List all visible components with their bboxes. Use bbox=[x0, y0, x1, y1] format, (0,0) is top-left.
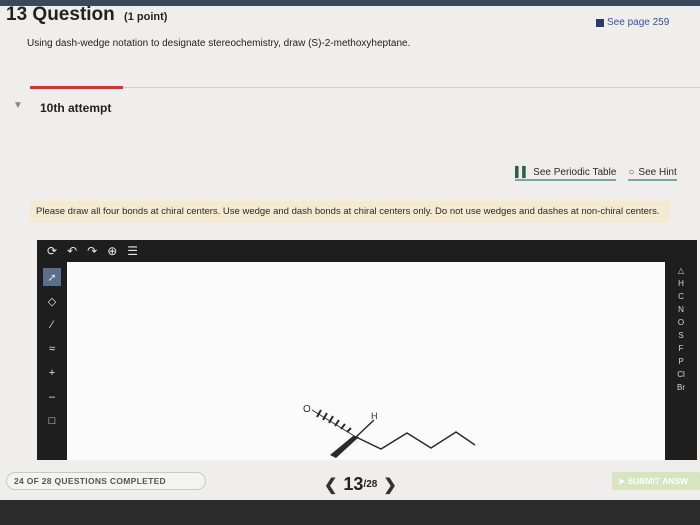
lightbulb-icon: ○ bbox=[628, 167, 635, 178]
attempt-label[interactable]: 10th attempt bbox=[40, 101, 111, 115]
plus-charge-icon[interactable]: + bbox=[43, 364, 61, 382]
dash-segment bbox=[340, 423, 346, 430]
help-links: ▌▌ See Periodic Table ○ See Hint bbox=[515, 167, 689, 181]
question-heading: 13 Question (1 point) bbox=[6, 4, 167, 26]
structure-editor: ⟳ ↶ ↷ ⊕ ☰ ➚ ◇ ⁄ ≈ + – □ O H △ H C N O S … bbox=[37, 240, 697, 460]
submit-arrow-icon: ➤ bbox=[618, 475, 628, 486]
ring-tool-icon[interactable]: □ bbox=[43, 412, 61, 430]
book-icon bbox=[596, 18, 604, 27]
question-word: Question bbox=[32, 4, 115, 25]
atom-n[interactable]: N bbox=[678, 305, 684, 314]
see-page-link[interactable]: See page 259 bbox=[596, 17, 669, 28]
molecule-drawing: O H bbox=[303, 404, 476, 458]
previous-question-icon[interactable]: ❮ bbox=[324, 475, 337, 495]
periodic-table-label: See Periodic Table bbox=[533, 167, 617, 178]
bar-chart-icon: ▌▌ bbox=[515, 167, 530, 178]
current-question-number: 13 bbox=[343, 474, 364, 494]
dash-bond bbox=[311, 409, 357, 438]
atom-palette: △ H C N O S F P Cl Br bbox=[665, 262, 697, 460]
wedge-bond bbox=[330, 436, 359, 458]
atom-f[interactable]: F bbox=[679, 344, 684, 353]
screen-bezel bbox=[0, 500, 700, 525]
oxygen-label: O bbox=[303, 404, 311, 415]
hint-label: See Hint bbox=[638, 167, 677, 178]
periodic-table-link[interactable]: ▌▌ See Periodic Table bbox=[515, 167, 617, 181]
atom-o[interactable]: O bbox=[678, 318, 684, 327]
chevron-down-icon[interactable]: ▼ bbox=[13, 100, 23, 111]
carbon-chain bbox=[355, 431, 476, 450]
footer: 24 OF 28 QUESTIONS COMPLETED ❮ 13 /28 ❯ … bbox=[0, 466, 700, 496]
select-tool-icon[interactable]: ➚ bbox=[43, 268, 61, 286]
minus-charge-icon[interactable]: – bbox=[43, 388, 61, 406]
atom-cl[interactable]: Cl bbox=[677, 370, 685, 379]
atom-h[interactable]: H bbox=[678, 279, 684, 288]
chain-tool-icon[interactable]: ≈ bbox=[43, 340, 61, 358]
total-questions: /28 bbox=[363, 479, 378, 490]
submit-answer-button[interactable]: ➤ SUBMIT ANSW bbox=[612, 472, 700, 490]
next-question-icon[interactable]: ❯ bbox=[383, 475, 396, 495]
bond-to-h bbox=[355, 419, 375, 438]
hydrogen-label: H bbox=[371, 411, 378, 421]
question-pager: ❮ 13 /28 ❯ bbox=[318, 474, 403, 495]
see-page-label: See page 259 bbox=[607, 17, 670, 28]
editor-left-tools: ➚ ◇ ⁄ ≈ + – □ bbox=[37, 262, 67, 460]
submit-label: SUBMIT ANSW bbox=[627, 476, 689, 486]
questions-progress: 24 OF 28 QUESTIONS COMPLETED bbox=[6, 472, 206, 490]
atom-palette-icon: △ bbox=[677, 266, 685, 275]
zoom-icon[interactable]: ⊕ bbox=[107, 244, 117, 258]
attempt-progress-accent bbox=[30, 86, 123, 89]
atom-p[interactable]: P bbox=[678, 357, 683, 366]
eraser-icon[interactable]: ◇ bbox=[43, 292, 61, 310]
atom-s[interactable]: S bbox=[678, 331, 683, 340]
single-bond-icon[interactable]: ⁄ bbox=[43, 316, 61, 334]
atom-c[interactable]: C bbox=[678, 292, 684, 301]
settings-icon[interactable]: ☰ bbox=[127, 244, 138, 258]
question-points: (1 point) bbox=[124, 11, 168, 23]
editor-toolbar: ⟳ ↶ ↷ ⊕ ☰ bbox=[37, 240, 697, 262]
atom-br[interactable]: Br bbox=[677, 383, 685, 392]
hint-link[interactable]: ○ See Hint bbox=[628, 167, 677, 181]
undo-icon[interactable]: ↶ bbox=[67, 244, 77, 258]
instruction-box: Please draw all four bonds at chiral cen… bbox=[30, 201, 670, 222]
drawing-canvas[interactable]: O H bbox=[67, 262, 665, 460]
question-number: 13 bbox=[6, 4, 28, 25]
redo-icon[interactable]: ↷ bbox=[87, 244, 97, 258]
refresh-icon[interactable]: ⟳ bbox=[47, 244, 57, 258]
question-text: Using dash-wedge notation to designate s… bbox=[27, 38, 411, 49]
divider bbox=[123, 87, 700, 88]
dash-segment bbox=[346, 427, 352, 433]
